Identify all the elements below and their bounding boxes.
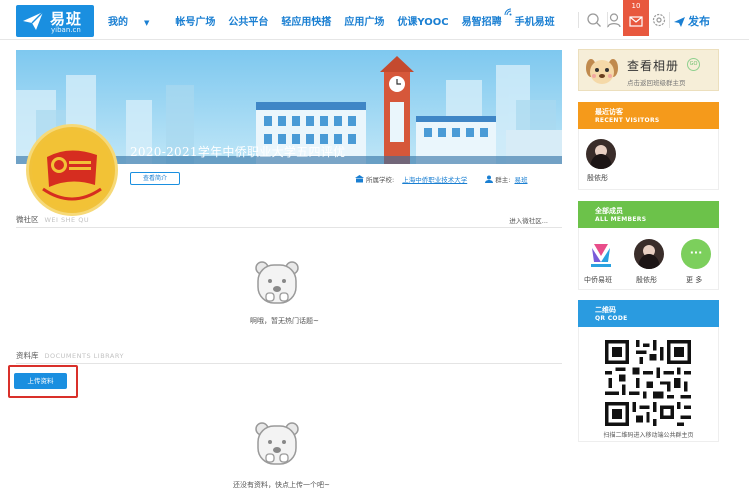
member-name[interactable]: 殷依彤: [636, 275, 657, 285]
avatar[interactable]: [634, 239, 664, 269]
community-empty-text: 啊哦，暂无热门话题~: [250, 317, 319, 325]
search-icon[interactable]: [586, 12, 602, 28]
message-count: 10: [631, 2, 641, 10]
upload-document-button[interactable]: 上传资料: [14, 373, 67, 389]
album-subtitle: 点击返回班级群主页: [627, 79, 686, 87]
library-empty-text: 还没有资料，快点上传一个吧~: [233, 481, 330, 489]
member-name[interactable]: 中侨易班: [584, 275, 612, 285]
nav-item-mine[interactable]: 我的 ▼: [108, 13, 162, 28]
nav-item-public-platform[interactable]: 公共平台: [228, 13, 268, 28]
publish-button[interactable]: 发布: [674, 13, 710, 29]
album-title: 查看相册: [627, 59, 680, 73]
divider: [669, 12, 670, 28]
messages-button[interactable]: 10: [623, 0, 649, 36]
top-nav: 易班 yiban.cn 我的 ▼ 帐号广场 公共平台 轻应用快搭 应用广场 优课Y…: [0, 0, 749, 40]
signal-icon: [504, 8, 512, 16]
nav-item-yooc[interactable]: 优课YOOC: [397, 13, 448, 28]
communist-youth-league-emblem: [26, 124, 118, 216]
avatar[interactable]: [586, 139, 616, 169]
school-label: 所属学校:: [366, 176, 395, 184]
library-title-en: DOCUMENTS LIBRARY: [44, 352, 124, 360]
nav-item-light-app-builder[interactable]: 轻应用快搭: [281, 13, 331, 28]
group-title: 2020-2021学年中侨职业大学五四评优: [130, 145, 346, 159]
owner-link[interactable]: 易班: [514, 176, 527, 184]
page: 易班 yiban.cn 我的 ▼ 帐号广场 公共平台 轻应用快搭 应用广场 优课Y…: [0, 0, 749, 495]
school-link[interactable]: 上海中侨职业技术大学: [402, 176, 467, 184]
nav-item-app-square[interactable]: 应用广场: [344, 13, 384, 28]
nav-item-mobile-yiban[interactable]: 手机易班: [515, 13, 555, 28]
puppy-mascot-icon: [586, 59, 618, 84]
library-title: 资料库: [16, 351, 39, 360]
owner-icon: [485, 175, 494, 183]
nav-item-account-square[interactable]: 帐号广场: [175, 13, 215, 28]
avatar[interactable]: [586, 240, 616, 270]
chevron-down-icon: ▼: [144, 19, 150, 27]
visitor-name[interactable]: 殷依彤: [587, 173, 608, 183]
library-header: 资料库 DOCUMENTS LIBRARY: [16, 350, 562, 364]
view-album-card[interactable]: 查看相册 GO 点击返回班级群主页: [578, 49, 719, 91]
qr-code-image: [605, 340, 691, 426]
divider: [578, 12, 579, 28]
empty-bear-icon: [255, 261, 299, 304]
qr-caption: 扫描二维码进入移动端公共群主页: [603, 432, 694, 439]
empty-bear-icon: [255, 422, 299, 465]
main-menu: 我的 ▼ 帐号广场 公共平台 轻应用快搭 应用广场 优课YOOC 易智招聘 手机易…: [108, 13, 568, 28]
view-intro-button[interactable]: 查看简介: [130, 172, 180, 185]
school-building-icon: [355, 175, 364, 183]
community-header: 微社区 WEI SHE QU 进入微社区...: [16, 214, 562, 228]
yiban-logo[interactable]: 易班 yiban.cn: [16, 5, 94, 37]
more-members-label[interactable]: 更 多: [686, 275, 702, 285]
user-icon[interactable]: [606, 12, 622, 28]
send-icon: [674, 17, 685, 27]
qr-code-header: 二维码 QR CODE: [578, 300, 719, 327]
owner-label: 群主:: [495, 176, 511, 184]
all-members-header: 全部成员 ALL MEMBERS: [578, 201, 719, 228]
group-meta: 所属学校: 上海中侨职业技术大学 群主: 易班: [355, 174, 527, 184]
go-badge: GO: [687, 58, 700, 71]
envelope-icon: [629, 16, 643, 27]
enter-community-link[interactable]: 进入微社区...: [509, 215, 548, 225]
gear-icon[interactable]: [651, 12, 667, 28]
nav-item-recruitment[interactable]: 易智招聘: [462, 13, 502, 28]
community-title: 微社区: [16, 215, 39, 224]
more-members-icon[interactable]: ···: [681, 239, 711, 269]
paper-plane-logo-icon: [23, 11, 44, 30]
recent-visitors-header: 最近访客 RECENT VISITORS: [578, 102, 719, 129]
logo-domain: yiban.cn: [51, 26, 81, 34]
community-title-en: WEI SHE QU: [44, 216, 90, 224]
